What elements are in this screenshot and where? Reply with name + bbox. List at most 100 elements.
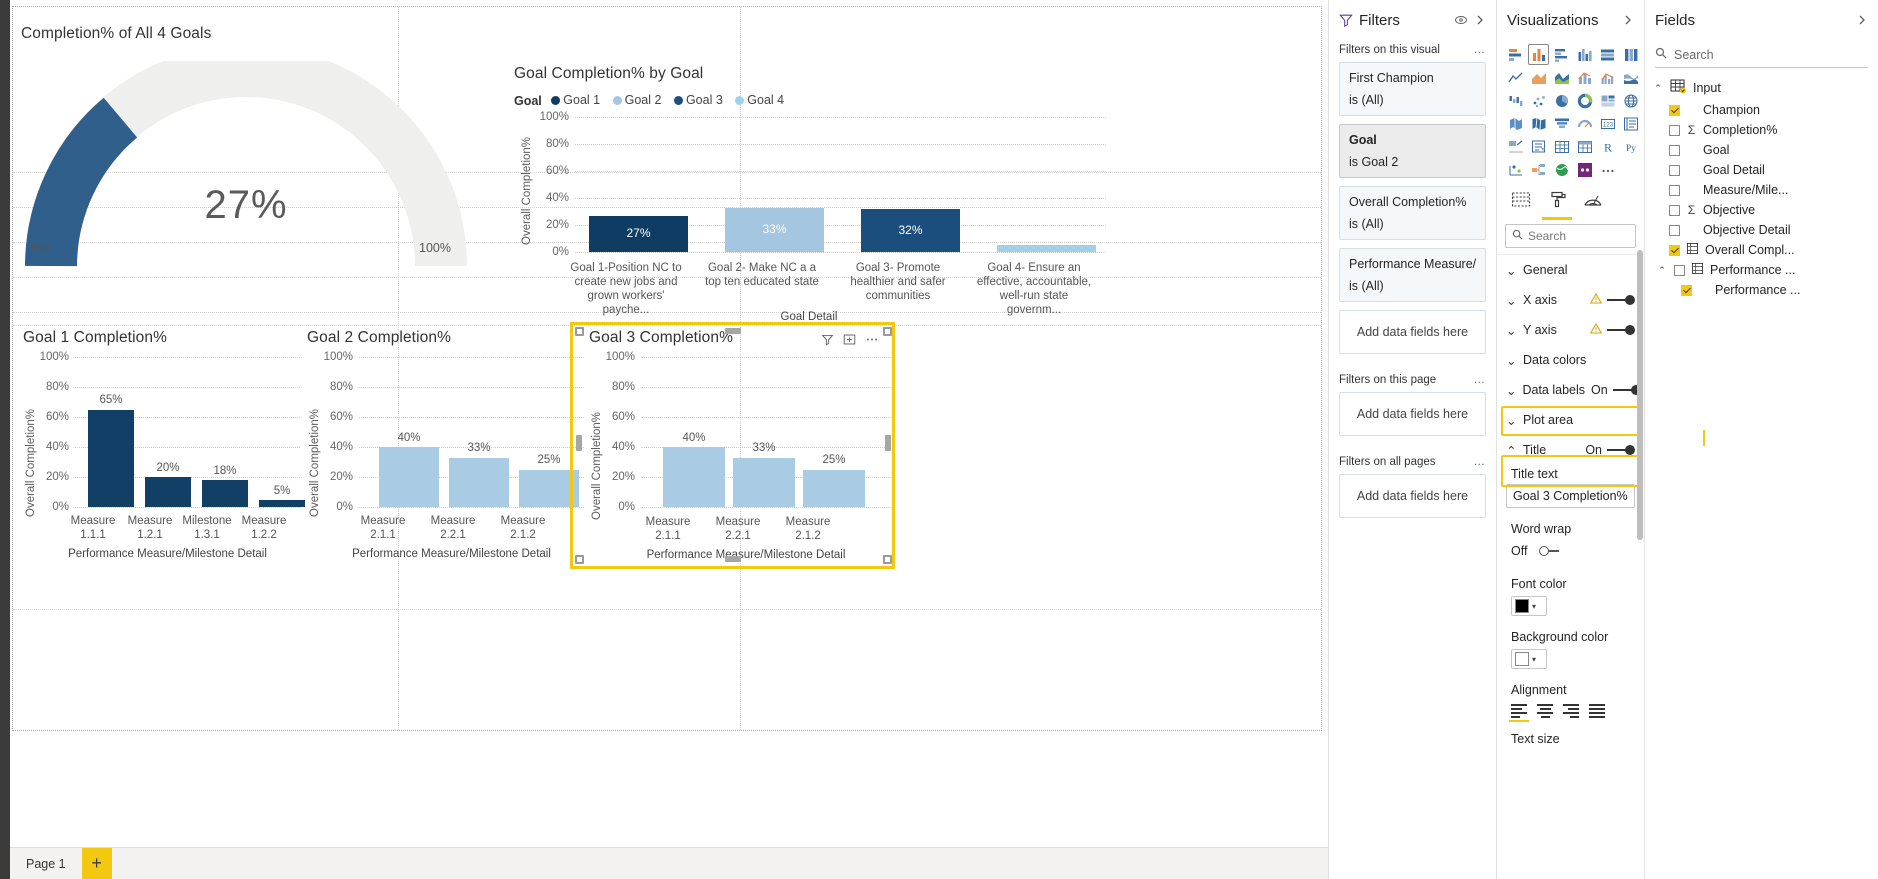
visual-goal-completion-by-goal[interactable]: Goal Completion% by Goal Goal Goal 1 Goa… (509, 65, 1109, 327)
viz-type-card-icon[interactable]: 123 (1597, 113, 1618, 134)
fields-pane[interactable]: Fields Search ⌃ Input Champion Σ Complet… (1644, 0, 1878, 879)
field-checkbox[interactable] (1669, 224, 1680, 236)
viz-type-decomposition-tree-icon[interactable] (1528, 159, 1549, 180)
viz-type-waterfall-chart-icon[interactable] (1505, 90, 1526, 111)
viz-type-r-script-visual-icon[interactable]: R (1597, 136, 1618, 157)
tab-format-pane-icon[interactable] (1542, 191, 1572, 220)
bar-measure-2-1-2[interactable] (803, 469, 865, 507)
bar-milestone-1-3-1[interactable] (202, 480, 248, 507)
visual-type-gallery[interactable]: 123 R Py (1497, 40, 1644, 182)
viz-type-filled-map-icon[interactable] (1505, 113, 1526, 134)
resize-handle-top-left[interactable] (575, 327, 584, 336)
viz-type-table-icon[interactable] (1551, 136, 1572, 157)
resize-handle-bottom-left[interactable] (575, 555, 584, 564)
font-color-picker[interactable]: ▾ (1511, 596, 1547, 616)
resize-handle-bottom-right[interactable] (883, 555, 892, 564)
format-section-general[interactable]: ⌄ General (1497, 255, 1644, 285)
visualizations-pane-tabs[interactable] (1497, 182, 1644, 220)
filter-dropzone-page[interactable]: Add data fields here (1339, 392, 1486, 436)
filter-card-performance-measure[interactable]: Performance Measure/M is (All) (1339, 248, 1486, 302)
field-row-champion[interactable]: Champion (1645, 100, 1878, 120)
field-checkbox[interactable] (1669, 164, 1680, 176)
field-checkbox[interactable] (1674, 264, 1685, 276)
viz-type-clustered-bar-chart-icon[interactable] (1551, 44, 1572, 65)
field-row-overall-completion[interactable]: Overall Compl... (1645, 240, 1878, 260)
filters-pane[interactable]: Filters Filters on this visual … First C… (1328, 0, 1496, 879)
viz-type-kpi-icon[interactable] (1505, 136, 1526, 157)
bar-measure-1-1-1[interactable] (88, 409, 134, 507)
field-row-objective[interactable]: Σ Objective (1645, 200, 1878, 220)
bar-measure-2-2-1[interactable] (449, 457, 509, 507)
viz-type-clustered-column-chart-icon[interactable] (1574, 44, 1595, 65)
format-section-title[interactable]: ⌃ Title On (1497, 435, 1644, 465)
align-justify-icon[interactable] (1589, 704, 1605, 718)
viz-type-shape-map-icon[interactable] (1528, 113, 1549, 134)
add-page-button[interactable]: + (81, 848, 112, 879)
filter-card-first-champion[interactable]: First Champion is (All) (1339, 62, 1486, 116)
viz-type-arcgis-map-icon[interactable] (1551, 159, 1572, 180)
tab-fields-pane-icon[interactable] (1511, 191, 1531, 220)
legend-item-goal-1[interactable]: Goal 1 (551, 93, 600, 107)
field-checkbox[interactable] (1669, 144, 1680, 156)
section-more-icon[interactable]: … (1474, 44, 1487, 56)
field-checkbox[interactable] (1669, 184, 1680, 196)
align-center-icon[interactable] (1537, 704, 1553, 718)
align-left-icon[interactable] (1509, 704, 1529, 722)
filter-icon[interactable] (821, 333, 834, 346)
field-row-completion-percent[interactable]: Σ Completion% (1645, 120, 1878, 140)
field-row-goal[interactable]: Goal (1645, 140, 1878, 160)
resize-handle-right[interactable] (885, 435, 891, 451)
field-checkbox[interactable] (1669, 124, 1680, 136)
background-color-picker[interactable]: ▾ (1511, 649, 1547, 669)
legend-item-goal-2[interactable]: Goal 2 (612, 93, 661, 107)
goal-3-visual-header-icons[interactable] (821, 333, 879, 346)
format-pane-scrollbar[interactable] (1637, 250, 1643, 540)
viz-type-ribbon-chart-icon[interactable] (1620, 67, 1641, 88)
bar-measure-1-2-1[interactable] (145, 477, 191, 507)
viz-type-line-chart-icon[interactable] (1505, 67, 1526, 88)
goal-by-goal-legend[interactable]: Goal Goal 1 Goal 2 Goal 3 Goal 4 (514, 93, 793, 108)
viz-type-area-chart-icon[interactable] (1528, 67, 1549, 88)
title-text-input[interactable]: Goal 3 Completion% (1506, 484, 1635, 508)
page-tab-page-1[interactable]: Page 1 (10, 848, 82, 879)
field-row-objective-detail[interactable]: Objective Detail (1645, 220, 1878, 240)
chevron-up-icon[interactable]: ⌃ (1653, 83, 1663, 94)
section-more-icon[interactable]: … (1474, 374, 1487, 386)
legend-item-goal-4[interactable]: Goal 4 (735, 93, 784, 107)
resize-handle-left[interactable] (576, 435, 582, 451)
visual-gauge-completion-all-goals[interactable]: Completion% of All 4 Goals 27% 0% 100% (21, 25, 471, 285)
report-page-surface[interactable]: Completion% of All 4 Goals 27% 0% 100% G… (12, 6, 1322, 731)
viz-type-python-visual-icon[interactable]: Py (1620, 136, 1641, 157)
bar-goal-4[interactable] (997, 245, 1096, 252)
x-axis-toggle[interactable] (1607, 295, 1635, 305)
format-section-data-colors[interactable]: ⌄ Data colors (1497, 345, 1644, 375)
tab-analytics-pane-icon[interactable] (1583, 191, 1603, 220)
bar-measure-2-1-1[interactable] (379, 447, 439, 507)
bar-measure-2-1-2[interactable] (519, 469, 579, 507)
field-checkbox[interactable] (1669, 244, 1680, 256)
resize-handle-top-right[interactable] (883, 327, 892, 336)
viz-type-slicer-icon[interactable] (1528, 136, 1549, 157)
viz-type-funnel-chart-icon[interactable] (1551, 113, 1572, 134)
filter-card-goal[interactable]: Goal is Goal 2 (1339, 124, 1486, 178)
hide-filter-icon[interactable] (1454, 13, 1468, 27)
viz-type-key-influencers-icon[interactable] (1505, 159, 1526, 180)
filter-dropzone-all-pages[interactable]: Add data fields here (1339, 474, 1486, 518)
format-section-x-axis[interactable]: ⌄ X axis (1497, 285, 1644, 315)
viz-type-gauge-icon[interactable] (1574, 113, 1595, 134)
alignment-control[interactable] (1497, 700, 1644, 722)
field-row-performance-group[interactable]: ⌃ Performance ... (1645, 260, 1878, 280)
viz-type-100-stacked-bar-chart-icon[interactable] (1597, 44, 1618, 65)
collapse-visualizations-pane-icon[interactable] (1622, 14, 1634, 26)
resize-handle-top[interactable] (725, 328, 741, 334)
filter-card-overall-completion[interactable]: Overall Completion% is (All) (1339, 186, 1486, 240)
viz-type-100-stacked-column-chart-icon[interactable] (1620, 44, 1641, 65)
format-section-plot-area[interactable]: ⌄ Plot area (1497, 405, 1644, 435)
fields-table-input[interactable]: ⌃ Input (1645, 76, 1878, 100)
field-checkbox[interactable] (1681, 284, 1692, 296)
bar-measure-2-1-1[interactable] (663, 447, 725, 507)
viz-type-pie-chart-icon[interactable] (1551, 90, 1572, 111)
collapse-fields-pane-icon[interactable] (1856, 14, 1868, 26)
viz-type-scatter-chart-icon[interactable] (1528, 90, 1549, 111)
more-options-icon[interactable] (865, 333, 879, 346)
